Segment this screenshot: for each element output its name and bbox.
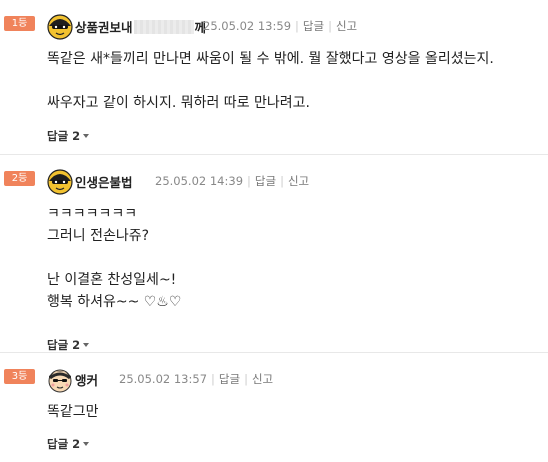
- comment-divider: [0, 154, 548, 155]
- rank-badge: 3등: [4, 369, 35, 384]
- rank-badge: 1등: [4, 16, 35, 31]
- nickname[interactable]: 상품권보내 께: [75, 17, 206, 36]
- divider-bar: |: [247, 174, 251, 188]
- divider-bar: |: [328, 19, 332, 33]
- comment-meta: 25.05.02 13:57 | 답글 | 신고: [119, 371, 273, 387]
- replies-toggle[interactable]: 답글 2: [47, 128, 90, 144]
- comment-meta: 25.05.02 13:59 | 답글 | 신고: [203, 18, 357, 34]
- report-button[interactable]: 신고: [288, 174, 309, 188]
- chevron-down-icon: [83, 442, 90, 446]
- replies-label: 답글 2: [47, 437, 81, 451]
- comment-body: ㅋㅋㅋㅋㅋㅋㅋ 그러니 전손나쥬? 난 이결혼 찬성일세~! 행복 하셔유~~ …: [47, 206, 182, 310]
- divider-bar: |: [244, 372, 248, 386]
- replies-label: 답글 2: [47, 129, 81, 143]
- nickname-start: 상품권보내: [75, 20, 133, 35]
- chevron-down-icon: [83, 343, 90, 347]
- comment-date: 25.05.02 14:39: [155, 174, 244, 188]
- comment-date: 25.05.02 13:57: [119, 372, 208, 386]
- replies-toggle[interactable]: 답글 2: [47, 436, 90, 452]
- masked-nickname-segment: [133, 20, 194, 34]
- report-button[interactable]: 신고: [336, 19, 357, 33]
- reply-button[interactable]: 답글: [303, 19, 324, 33]
- reply-button[interactable]: 답글: [255, 174, 276, 188]
- divider-bar: |: [211, 372, 215, 386]
- divider-bar: |: [280, 174, 284, 188]
- avatar-face-icon[interactable]: [47, 367, 73, 393]
- comment-body: 똑같그만: [47, 404, 99, 420]
- avatar-helmet-icon[interactable]: [47, 14, 73, 40]
- comment-meta: 25.05.02 14:39 | 답글 | 신고: [155, 173, 309, 189]
- reply-button[interactable]: 답글: [219, 372, 240, 386]
- avatar-helmet-icon[interactable]: [47, 169, 73, 195]
- comment-body: 똑같은 새*들끼리 만나면 싸움이 될 수 밖에. 뭘 잘했다고 영상을 올리셨…: [47, 51, 494, 111]
- replies-toggle[interactable]: 답글 2: [47, 337, 90, 353]
- chevron-down-icon: [83, 134, 90, 138]
- comment-date: 25.05.02 13:59: [203, 19, 292, 33]
- nickname[interactable]: 앵커: [75, 370, 98, 389]
- report-button[interactable]: 신고: [252, 372, 273, 386]
- nickname[interactable]: 인생은불법: [75, 172, 133, 191]
- comment-divider: [0, 352, 548, 353]
- rank-badge: 2등: [4, 171, 35, 186]
- replies-label: 답글 2: [47, 338, 81, 352]
- divider-bar: |: [295, 19, 299, 33]
